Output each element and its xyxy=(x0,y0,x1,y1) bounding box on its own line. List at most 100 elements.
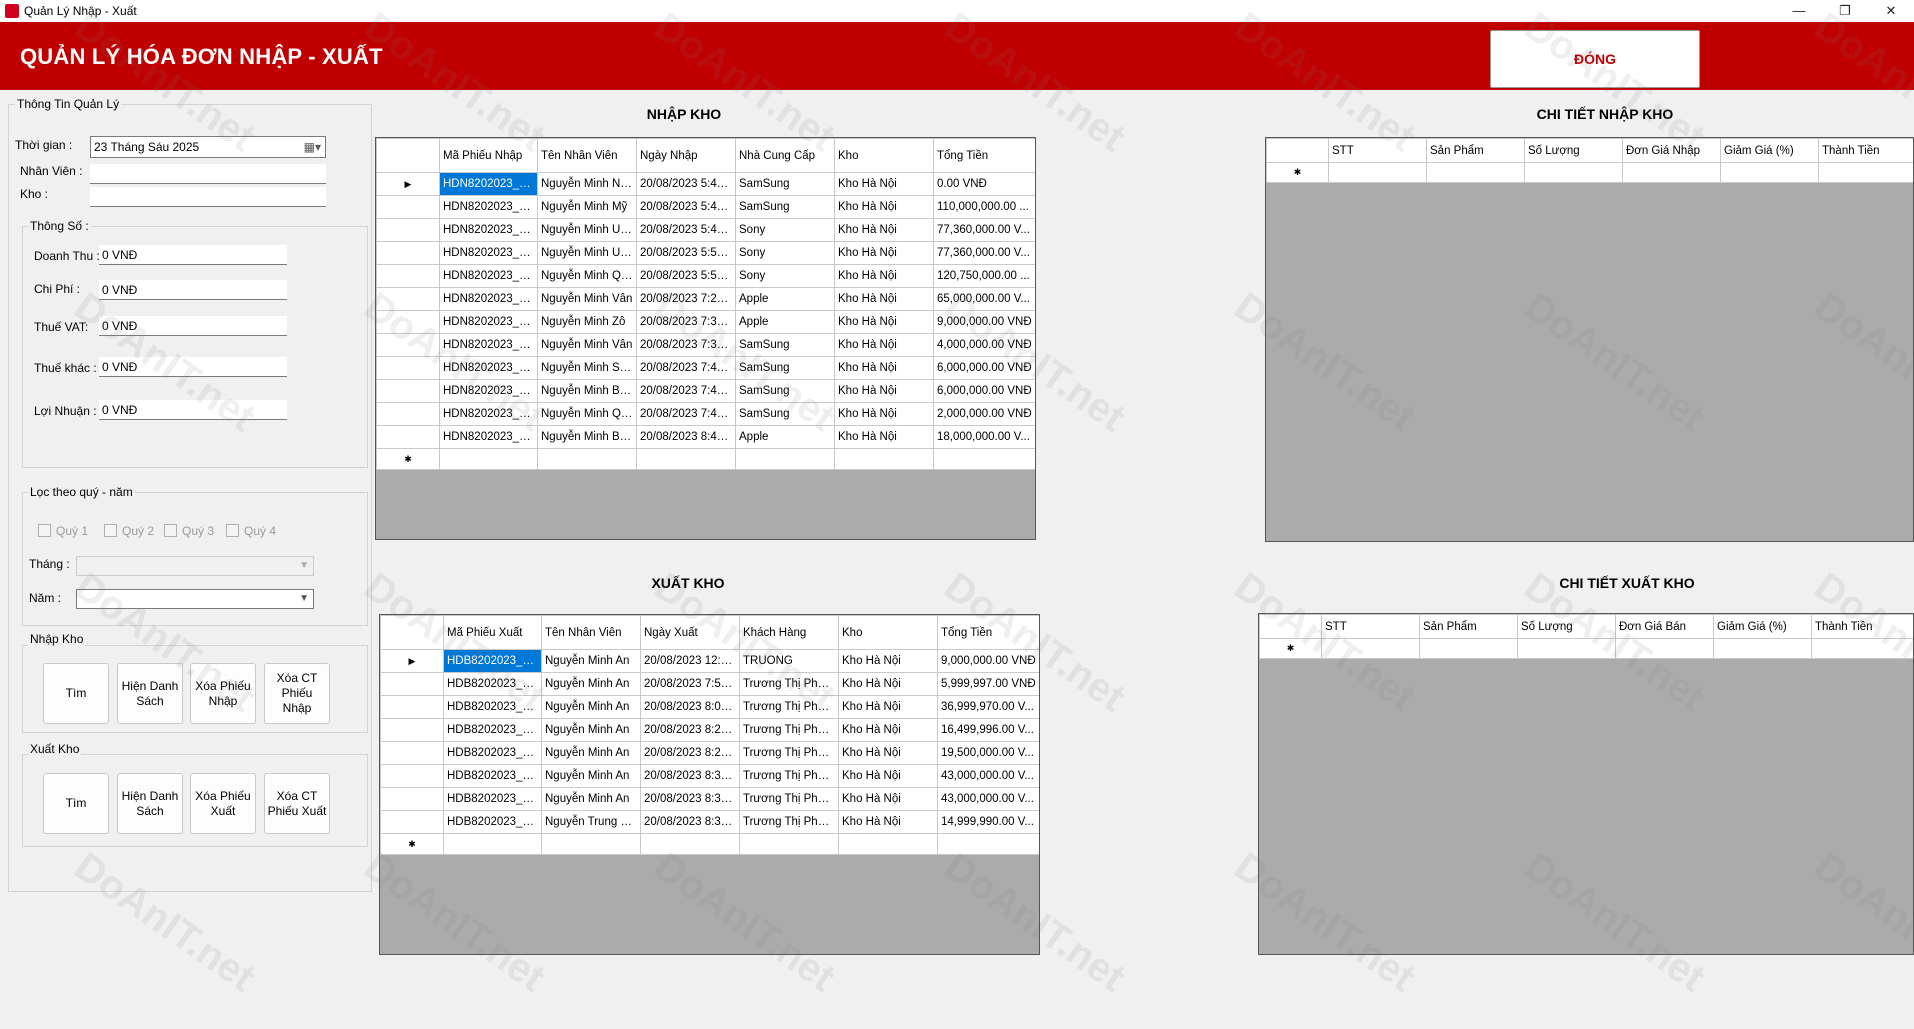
table-cell[interactable]: Trương Thị Phượ... xyxy=(739,672,839,696)
table-cell[interactable]: Nguyễn Minh An xyxy=(541,741,641,765)
quarter-1-checkbox[interactable]: Quý 1 xyxy=(38,524,88,538)
table-cell[interactable]: 6,000,000.00 VNĐ xyxy=(933,356,1035,380)
column-header[interactable]: Ngày Xuất xyxy=(640,615,740,650)
table-cell[interactable]: HDN8202023_1... xyxy=(439,287,538,311)
table-cell[interactable]: Nguyễn Minh An xyxy=(541,718,641,742)
table-cell[interactable]: SamSung xyxy=(735,379,835,403)
table-cell[interactable]: 16,499,996.00 V... xyxy=(937,718,1039,742)
table-cell[interactable]: Kho Hà Nội xyxy=(834,402,934,426)
table-cell[interactable]: Nguyễn Minh Qu... xyxy=(537,264,637,288)
column-header[interactable]: Khách Hàng xyxy=(739,615,839,650)
table-row[interactable]: HDB8202023_2... Nguyễn Minh An 20/08/2023 … xyxy=(380,741,1039,765)
table-cell[interactable]: SamSung xyxy=(735,195,835,219)
table-cell[interactable]: HDN8202023_2... xyxy=(439,425,538,449)
table-cell[interactable]: 20/08/2023 7:42... xyxy=(636,356,736,380)
table-cell[interactable]: 20/08/2023 7:39... xyxy=(636,333,736,357)
table-cell[interactable]: 6,000,000.00 VNĐ xyxy=(933,379,1035,403)
table-row[interactable]: HDN8202023_1... Nguyễn Minh Uyên 20/08/202… xyxy=(376,218,1035,242)
table-cell[interactable]: Nguyễn Minh Bình xyxy=(537,379,637,403)
table-cell[interactable]: HDN8202023_1... xyxy=(439,333,538,357)
table-cell[interactable]: 20/08/2023 12:4... xyxy=(640,649,740,673)
column-header[interactable]: Tổng Tiền xyxy=(937,615,1039,650)
table-cell[interactable]: 65,000,000.00 V... xyxy=(933,287,1035,311)
table-cell[interactable]: 20/08/2023 7:36... xyxy=(636,310,736,334)
table-cell[interactable]: Nguyễn Minh An xyxy=(541,764,641,788)
table-cell[interactable]: Kho Hà Nội xyxy=(838,810,938,834)
quarter-4-checkbox[interactable]: Quý 4 xyxy=(226,524,276,538)
column-header[interactable]: Giảm Giá (%) xyxy=(1713,614,1812,639)
table-cell[interactable]: 20/08/2023 5:57... xyxy=(636,264,736,288)
table-cell[interactable]: 20/08/2023 7:20... xyxy=(636,287,736,311)
column-header[interactable]: Số Lượng xyxy=(1517,614,1616,639)
row-header[interactable] xyxy=(380,741,444,765)
table-cell[interactable]: 9,000,000.00 VNĐ xyxy=(937,649,1039,673)
row-header[interactable] xyxy=(376,333,440,357)
column-header[interactable]: Sản Phẩm xyxy=(1419,614,1518,639)
table-cell[interactable]: 0.00 VNĐ xyxy=(933,172,1035,196)
table-cell[interactable]: Kho Hà Nội xyxy=(838,741,938,765)
import-show-list-button[interactable]: Hiện Danh Sách xyxy=(117,663,183,724)
export-show-list-button[interactable]: Hiện Danh Sách xyxy=(117,773,183,834)
table-row[interactable]: HDN8202023_1... Nguyễn Minh Uyên 20/08/202… xyxy=(376,241,1035,265)
close-button[interactable]: ĐÓNG xyxy=(1490,30,1700,88)
table-cell[interactable]: Trương Thị Phượ... xyxy=(739,810,839,834)
table-cell[interactable]: 18,000,000.00 V... xyxy=(933,425,1035,449)
table-cell[interactable]: HDN8202023_1... xyxy=(439,241,538,265)
import-search-button[interactable]: Tìm xyxy=(43,663,109,724)
table-cell[interactable]: Nguyễn Minh Bình xyxy=(537,425,637,449)
table-cell[interactable]: Nguyễn Minh An xyxy=(541,649,641,673)
table-cell[interactable]: Trương Thị Phượ... xyxy=(739,718,839,742)
table-cell[interactable]: 5,999,997.00 VNĐ xyxy=(937,672,1039,696)
column-header[interactable]: Kho xyxy=(838,615,938,650)
table-cell[interactable]: 20/08/2023 5:44... xyxy=(636,195,736,219)
table-cell[interactable]: HDB8202023_2... xyxy=(443,718,542,742)
row-header[interactable] xyxy=(380,810,444,834)
table-row[interactable]: HDN8202023_1... Nguyễn Minh Sơn 20/08/2023… xyxy=(376,356,1035,380)
table-cell[interactable]: Nguyễn Minh Uyên xyxy=(537,241,637,265)
column-header[interactable]: Mã Phiếu Nhập xyxy=(439,138,538,173)
table-cell[interactable]: Nguyễn Trung Kiên xyxy=(541,810,641,834)
import-detail-grid[interactable]: STT Sản Phẩm Số Lượng Đơn Giá Nhập Giảm Giá … xyxy=(1265,137,1914,542)
column-header[interactable]: Đơn Giá Bán xyxy=(1615,614,1714,639)
table-cell[interactable]: SamSung xyxy=(735,356,835,380)
table-cell[interactable]: HDN8202023_1... xyxy=(439,310,538,334)
table-cell[interactable]: HDB8202023_1... xyxy=(443,672,542,696)
table-cell[interactable]: HDN8202023_1... xyxy=(439,195,538,219)
table-cell[interactable]: 77,360,000.00 V... xyxy=(933,218,1035,242)
table-cell[interactable]: Kho Hà Nội xyxy=(834,425,934,449)
table-cell[interactable]: Kho Hà Nội xyxy=(834,333,934,357)
column-header[interactable]: Tên Nhân Viên xyxy=(537,138,637,173)
table-row[interactable]: HDN8202023_1... Nguyễn Minh Bình 20/08/202… xyxy=(376,379,1035,403)
table-cell[interactable]: Kho Hà Nội xyxy=(838,718,938,742)
table-cell[interactable]: Nguyễn Minh Vân xyxy=(537,287,637,311)
other-tax-field[interactable]: 0 VNĐ xyxy=(99,357,287,377)
table-cell[interactable]: Kho Hà Nội xyxy=(834,379,934,403)
calendar-icon[interactable]: ▦▾ xyxy=(304,137,321,157)
row-header[interactable] xyxy=(380,764,444,788)
table-cell[interactable]: 20/08/2023 7:44... xyxy=(636,379,736,403)
table-cell[interactable]: Nguyễn Minh Mỹ xyxy=(537,195,637,219)
window-close-icon[interactable]: ✕ xyxy=(1868,0,1914,22)
current-row-indicator[interactable]: ▶ xyxy=(380,649,444,673)
revenue-field[interactable]: 0 VNĐ xyxy=(99,245,287,265)
table-cell[interactable]: 36,999,970.00 V... xyxy=(937,695,1039,719)
maximize-icon[interactable]: ❐ xyxy=(1822,0,1868,22)
import-grid[interactable]: Mã Phiếu Nhập Tên Nhân Viên Ngày Nhập Nhà C… xyxy=(375,137,1036,540)
current-row-indicator[interactable]: ▶ xyxy=(376,172,440,196)
table-cell[interactable]: Nguyễn Minh An xyxy=(541,787,641,811)
column-header[interactable]: Số Lượng xyxy=(1524,138,1623,163)
table-cell[interactable]: HDB8202023_0... xyxy=(443,649,542,673)
quarter-2-checkbox[interactable]: Quý 2 xyxy=(104,524,154,538)
row-header[interactable] xyxy=(376,425,440,449)
table-cell[interactable]: 20/08/2023 5:49... xyxy=(636,218,736,242)
table-cell[interactable]: Kho Hà Nội xyxy=(838,649,938,673)
cost-field[interactable]: 0 VNĐ xyxy=(99,280,287,300)
row-header[interactable] xyxy=(376,379,440,403)
column-header[interactable]: Ngày Nhập xyxy=(636,138,736,173)
table-cell[interactable]: Kho Hà Nội xyxy=(838,764,938,788)
table-cell[interactable]: 4,000,000.00 VNĐ xyxy=(933,333,1035,357)
table-cell[interactable]: 2,000,000.00 VNĐ xyxy=(933,402,1035,426)
table-row[interactable]: HDN8202023_1... Nguyễn Minh Qu... 20/08/20… xyxy=(376,402,1035,426)
table-cell[interactable]: Nguyễn Minh Qu... xyxy=(537,402,637,426)
table-row[interactable]: ▶ HDB8202023_0... Nguyễn Minh An 20/08/2023… xyxy=(380,649,1039,673)
